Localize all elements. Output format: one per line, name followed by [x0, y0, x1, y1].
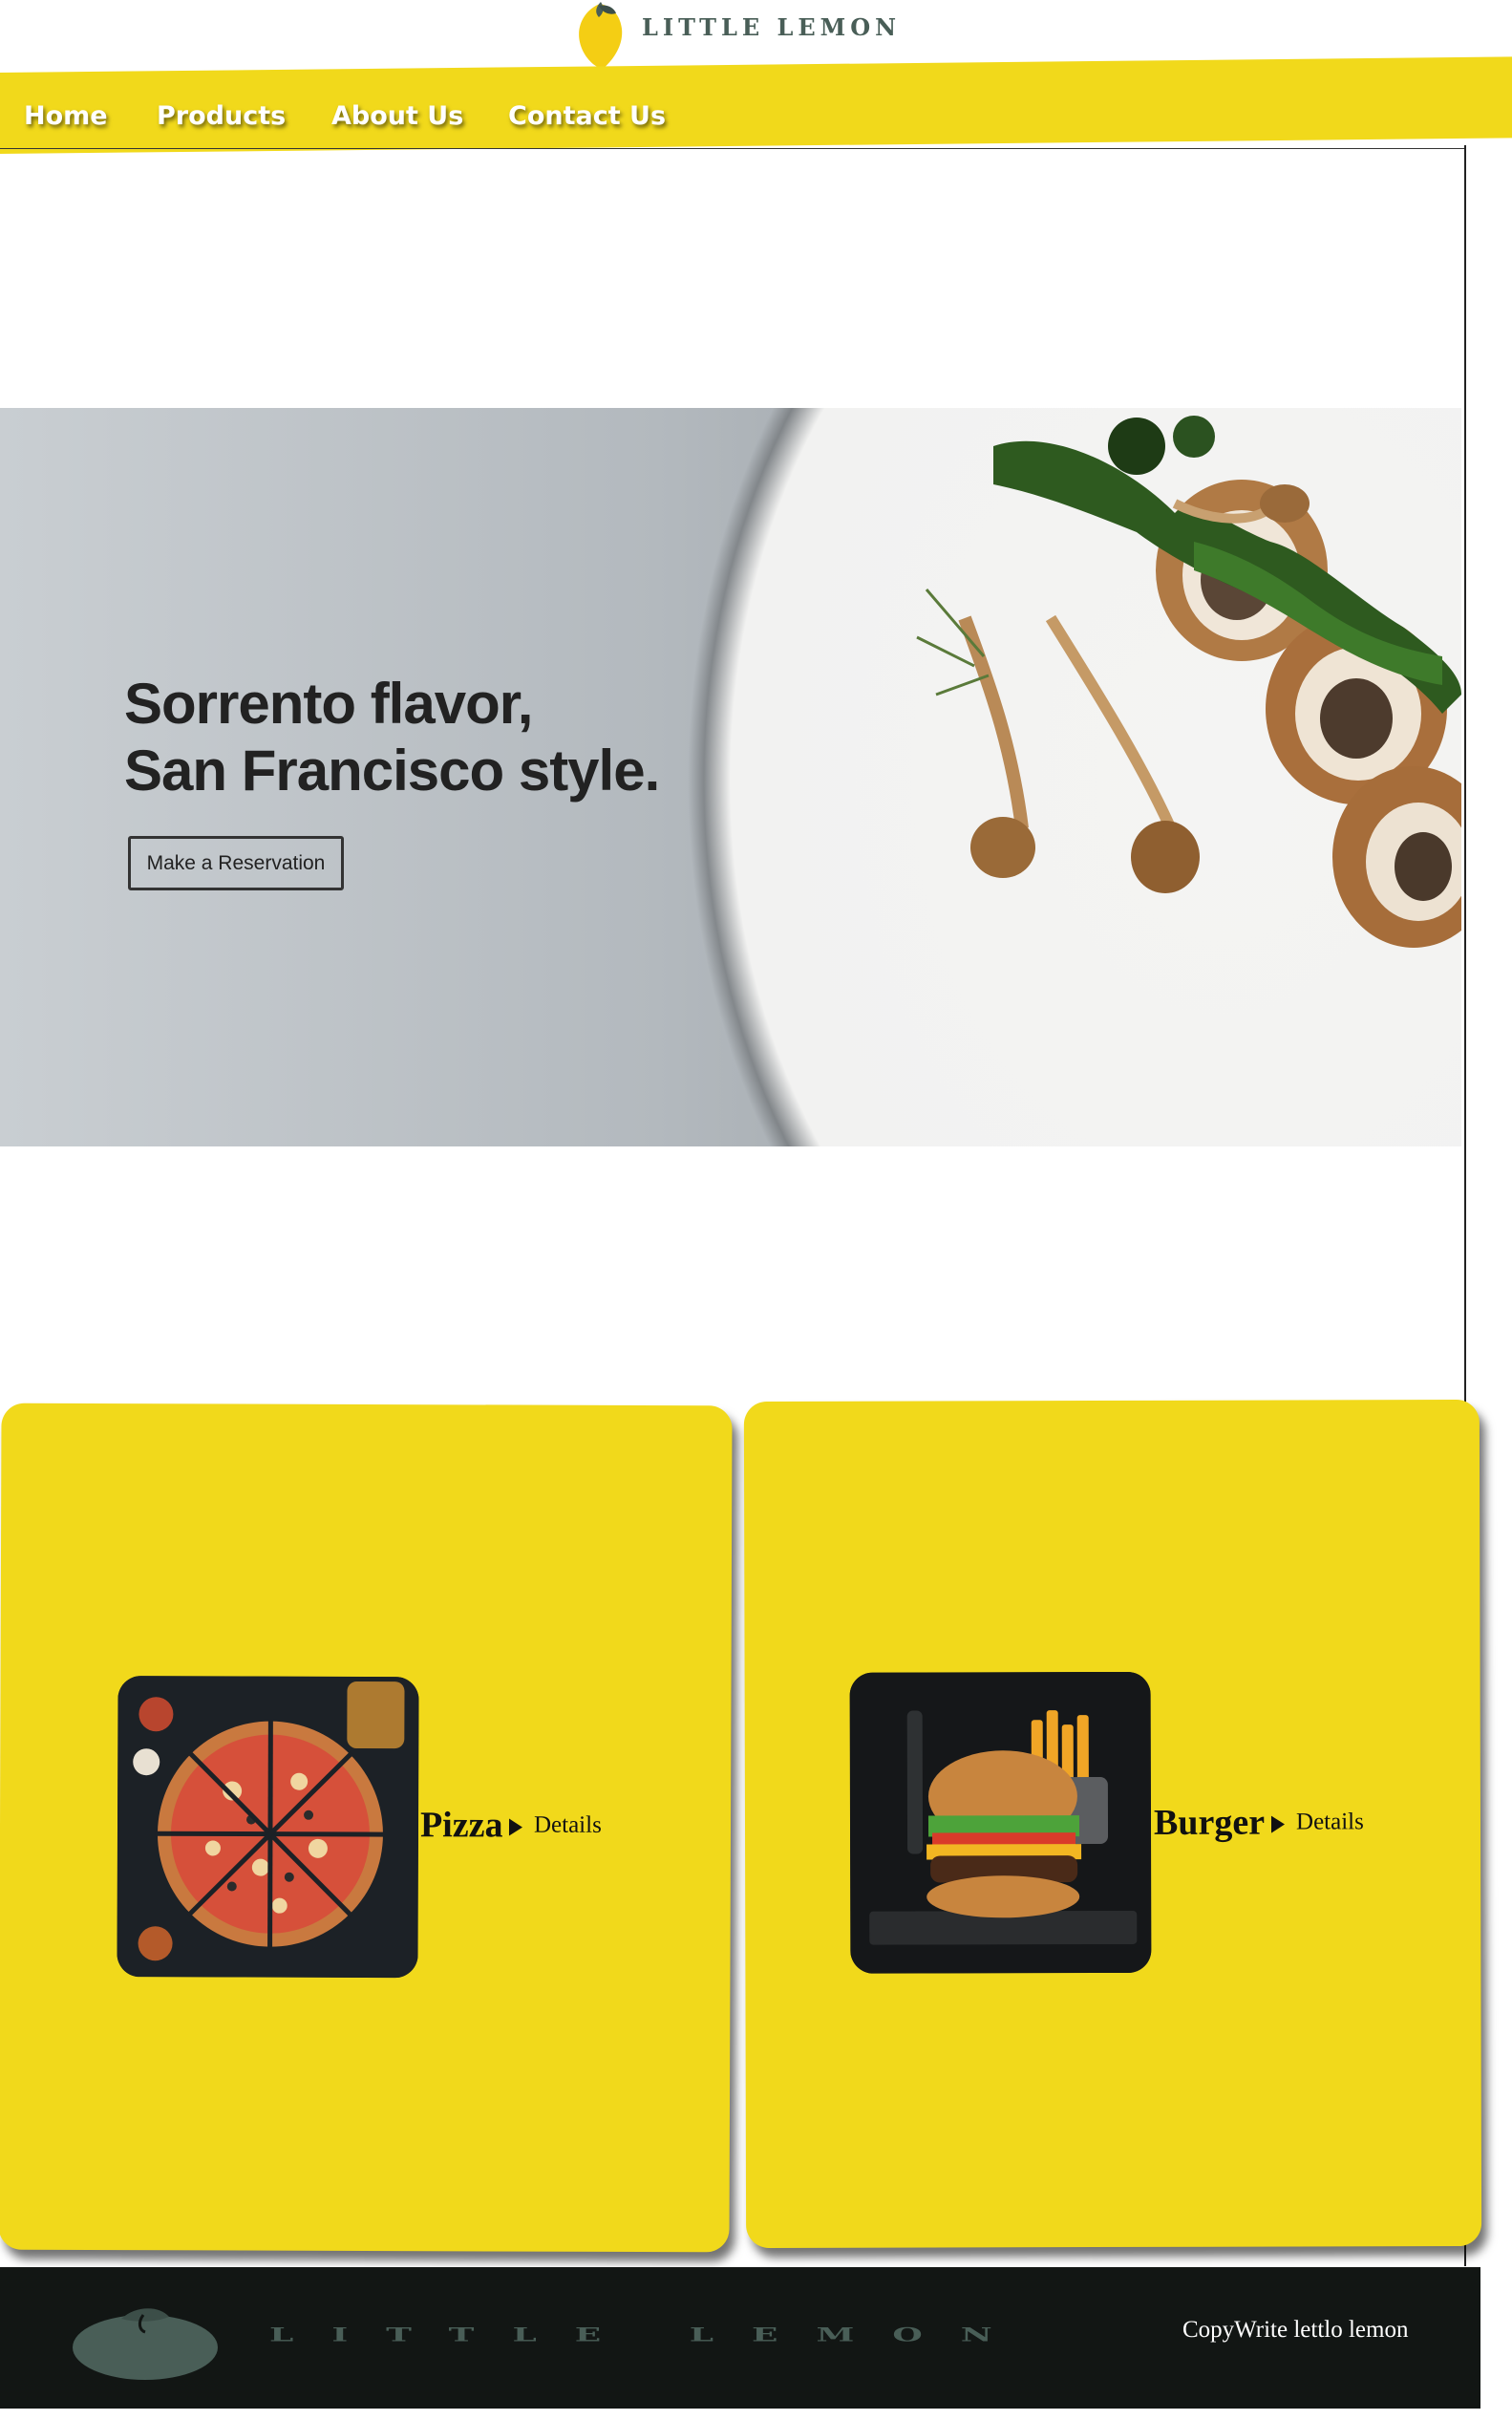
content-frame-top: [0, 148, 1466, 149]
product-card-burger: Burger Details: [743, 1399, 1482, 2249]
pizza-image: [117, 1676, 419, 1979]
nav-home[interactable]: Home: [24, 101, 108, 131]
burger-details-toggle[interactable]: Details: [1296, 1809, 1364, 1835]
product-title-pizza: Pizza: [419, 1805, 503, 1846]
footer-copyright: CopyWrite lettlo lemon: [1182, 2317, 1409, 2343]
hero-food-image: [916, 416, 1461, 948]
make-reservation-button[interactable]: Make a Reservation: [128, 836, 344, 890]
product-card-pizza: Pizza Details: [0, 1403, 733, 2253]
lemon-icon: [579, 2, 623, 69]
nav-contact-us[interactable]: Contact Us: [508, 101, 666, 131]
product-title-burger: Burger: [1153, 1802, 1266, 1843]
hero-headline-line1: Sorrento flavor,: [124, 672, 533, 736]
hero-banner: Sorrento flavor, San Francisco style. Ma…: [0, 408, 1461, 1146]
nav-about-us[interactable]: About Us: [331, 101, 463, 131]
pizza-details-toggle[interactable]: Details: [534, 1812, 602, 1839]
nav-products[interactable]: Products: [157, 101, 286, 131]
lemon-icon: [73, 2308, 218, 2380]
burger-illustration: [849, 1671, 1152, 1974]
logo-text: LITTLE LEMON: [642, 13, 902, 41]
footer-logo-text: LITTLE LEMON: [269, 2324, 1031, 2346]
details-arrow-icon[interactable]: [1270, 1815, 1286, 1833]
details-arrow-icon[interactable]: [508, 1818, 523, 1836]
site-footer: LITTLE LEMON CopyWrite lettlo lemon: [0, 2267, 1480, 2409]
pizza-illustration: [117, 1676, 419, 1979]
burger-image: [849, 1671, 1152, 1974]
hero-headline-line2: San Francisco style.: [124, 739, 660, 803]
